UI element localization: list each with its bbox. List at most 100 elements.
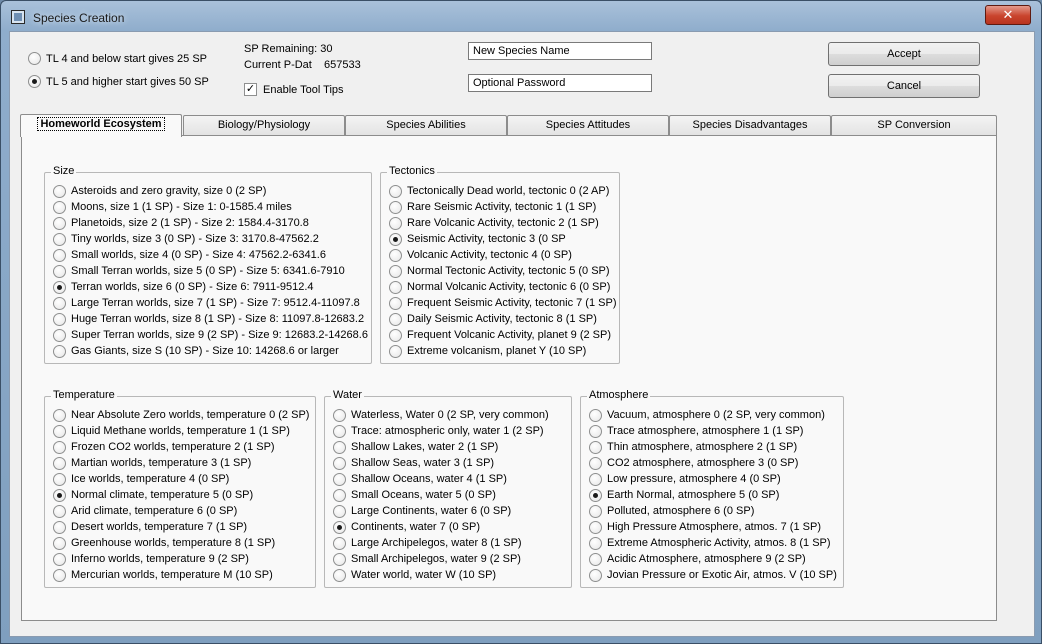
- radio-indicator[interactable]: [389, 328, 402, 342]
- radio-indicator[interactable]: [333, 520, 346, 534]
- tectonics-option[interactable]: Tectonically Dead world, tectonic 0 (2 A…: [389, 183, 616, 199]
- radio-indicator[interactable]: [389, 264, 402, 278]
- radio-indicator[interactable]: [53, 216, 66, 230]
- temperature-option[interactable]: Ice worlds, temperature 4 (0 SP): [53, 471, 309, 487]
- tab-sp-conversion[interactable]: SP Conversion: [831, 115, 997, 136]
- start-tl4-radio[interactable]: TL 4 and below start gives 25 SP: [28, 52, 207, 65]
- radio-indicator[interactable]: [53, 296, 66, 310]
- radio-indicator[interactable]: [53, 408, 66, 422]
- size-option[interactable]: Planetoids, size 2 (1 SP) - Size 2: 1584…: [53, 215, 368, 231]
- radio-indicator[interactable]: [389, 312, 402, 326]
- radio-indicator[interactable]: [333, 424, 346, 438]
- radio-indicator[interactable]: [333, 440, 346, 454]
- atmosphere-option[interactable]: CO2 atmosphere, atmosphere 3 (0 SP): [589, 455, 837, 471]
- atmosphere-option[interactable]: Polluted, atmosphere 6 (0 SP): [589, 503, 837, 519]
- radio-indicator[interactable]: [589, 568, 602, 582]
- temperature-option[interactable]: Martian worlds, temperature 3 (1 SP): [53, 455, 309, 471]
- temperature-option[interactable]: Normal climate, temperature 5 (0 SP): [53, 487, 309, 503]
- tectonics-option[interactable]: Volcanic Activity, tectonic 4 (0 SP): [389, 247, 616, 263]
- radio-indicator[interactable]: [53, 424, 66, 438]
- tab-species-attitudes[interactable]: Species Attitudes: [507, 115, 669, 136]
- tab-biology-physiology[interactable]: Biology/Physiology: [183, 115, 345, 136]
- tectonics-option[interactable]: Extreme volcanism, planet Y (10 SP): [389, 343, 616, 359]
- tectonics-option[interactable]: Normal Tectonic Activity, tectonic 5 (0 …: [389, 263, 616, 279]
- tectonics-option[interactable]: Seismic Activity, tectonic 3 (0 SP: [389, 231, 616, 247]
- tectonics-option[interactable]: Rare Seismic Activity, tectonic 1 (1 SP): [389, 199, 616, 215]
- radio-indicator[interactable]: [389, 232, 402, 246]
- water-option[interactable]: Water world, water W (10 SP): [333, 567, 549, 583]
- tectonics-option[interactable]: Frequent Seismic Activity, tectonic 7 (1…: [389, 295, 616, 311]
- atmosphere-option[interactable]: Extreme Atmospheric Activity, atmos. 8 (…: [589, 535, 837, 551]
- water-option[interactable]: Shallow Oceans, water 4 (1 SP): [333, 471, 549, 487]
- radio-indicator[interactable]: [53, 200, 66, 214]
- water-option[interactable]: Trace: atmospheric only, water 1 (2 SP): [333, 423, 549, 439]
- radio-indicator[interactable]: [333, 504, 346, 518]
- radio-indicator[interactable]: [333, 408, 346, 422]
- species-name-input[interactable]: New Species Name: [468, 42, 652, 60]
- temperature-option[interactable]: Mercurian worlds, temperature M (10 SP): [53, 567, 309, 583]
- temperature-option[interactable]: Inferno worlds, temperature 9 (2 SP): [53, 551, 309, 567]
- enable-tooltips-checkbox[interactable]: ✓ Enable Tool Tips: [244, 83, 344, 96]
- size-option[interactable]: Super Terran worlds, size 9 (2 SP) - Siz…: [53, 327, 368, 343]
- size-option[interactable]: Asteroids and zero gravity, size 0 (2 SP…: [53, 183, 368, 199]
- radio-indicator[interactable]: [28, 52, 41, 65]
- radio-indicator[interactable]: [589, 424, 602, 438]
- temperature-option[interactable]: Greenhouse worlds, temperature 8 (1 SP): [53, 535, 309, 551]
- water-option[interactable]: Small Oceans, water 5 (0 SP): [333, 487, 549, 503]
- title-bar[interactable]: Species Creation ✕: [1, 1, 1041, 35]
- radio-indicator[interactable]: [589, 504, 602, 518]
- radio-indicator[interactable]: [389, 280, 402, 294]
- atmosphere-option[interactable]: Low pressure, atmosphere 4 (0 SP): [589, 471, 837, 487]
- temperature-option[interactable]: Near Absolute Zero worlds, temperature 0…: [53, 407, 309, 423]
- atmosphere-option[interactable]: Jovian Pressure or Exotic Air, atmos. V …: [589, 567, 837, 583]
- radio-indicator[interactable]: [589, 552, 602, 566]
- radio-indicator[interactable]: [589, 472, 602, 486]
- radio-indicator[interactable]: [53, 312, 66, 326]
- size-option[interactable]: Small Terran worlds, size 5 (0 SP) - Siz…: [53, 263, 368, 279]
- radio-indicator[interactable]: [389, 296, 402, 310]
- radio-indicator[interactable]: [53, 536, 66, 550]
- start-tl5-radio[interactable]: TL 5 and higher start gives 50 SP: [28, 75, 209, 88]
- water-option[interactable]: Large Archipelegos, water 8 (1 SP): [333, 535, 549, 551]
- close-button[interactable]: ✕: [985, 5, 1031, 25]
- atmosphere-option[interactable]: Earth Normal, atmosphere 5 (0 SP): [589, 487, 837, 503]
- tectonics-option[interactable]: Rare Volcanic Activity, tectonic 2 (1 SP…: [389, 215, 616, 231]
- size-option[interactable]: Small worlds, size 4 (0 SP) - Size 4: 47…: [53, 247, 368, 263]
- radio-indicator[interactable]: [53, 440, 66, 454]
- accept-button[interactable]: Accept: [828, 42, 980, 66]
- radio-indicator[interactable]: [589, 456, 602, 470]
- radio-indicator[interactable]: [389, 216, 402, 230]
- radio-indicator[interactable]: [389, 248, 402, 262]
- size-option[interactable]: Large Terran worlds, size 7 (1 SP) - Siz…: [53, 295, 368, 311]
- radio-indicator[interactable]: [333, 456, 346, 470]
- radio-indicator[interactable]: [589, 488, 602, 502]
- radio-indicator[interactable]: [53, 328, 66, 342]
- checkmark-icon[interactable]: ✓: [244, 83, 257, 96]
- atmosphere-option[interactable]: Trace atmosphere, atmosphere 1 (1 SP): [589, 423, 837, 439]
- radio-indicator[interactable]: [53, 568, 66, 582]
- size-option[interactable]: Gas Giants, size S (10 SP) - Size 10: 14…: [53, 343, 368, 359]
- size-option[interactable]: Terran worlds, size 6 (0 SP) - Size 6: 7…: [53, 279, 368, 295]
- temperature-option[interactable]: Desert worlds, temperature 7 (1 SP): [53, 519, 309, 535]
- water-option[interactable]: Shallow Seas, water 3 (1 SP): [333, 455, 549, 471]
- radio-indicator[interactable]: [53, 504, 66, 518]
- water-option[interactable]: Shallow Lakes, water 2 (1 SP): [333, 439, 549, 455]
- radio-indicator[interactable]: [389, 200, 402, 214]
- radio-indicator[interactable]: [333, 472, 346, 486]
- radio-indicator[interactable]: [589, 408, 602, 422]
- radio-indicator[interactable]: [53, 264, 66, 278]
- radio-indicator[interactable]: [53, 344, 66, 358]
- radio-indicator[interactable]: [333, 568, 346, 582]
- tectonics-option[interactable]: Normal Volcanic Activity, tectonic 6 (0 …: [389, 279, 616, 295]
- radio-indicator[interactable]: [389, 184, 402, 198]
- radio-indicator[interactable]: [589, 536, 602, 550]
- tab-species-disadvantages[interactable]: Species Disadvantages: [669, 115, 831, 136]
- radio-indicator[interactable]: [389, 344, 402, 358]
- radio-indicator[interactable]: [53, 472, 66, 486]
- size-option[interactable]: Huge Terran worlds, size 8 (1 SP) - Size…: [53, 311, 368, 327]
- radio-indicator[interactable]: [589, 520, 602, 534]
- water-option[interactable]: Waterless, Water 0 (2 SP, very common): [333, 407, 549, 423]
- radio-indicator[interactable]: [333, 552, 346, 566]
- radio-indicator[interactable]: [53, 456, 66, 470]
- water-option[interactable]: Small Archipelegos, water 9 (2 SP): [333, 551, 549, 567]
